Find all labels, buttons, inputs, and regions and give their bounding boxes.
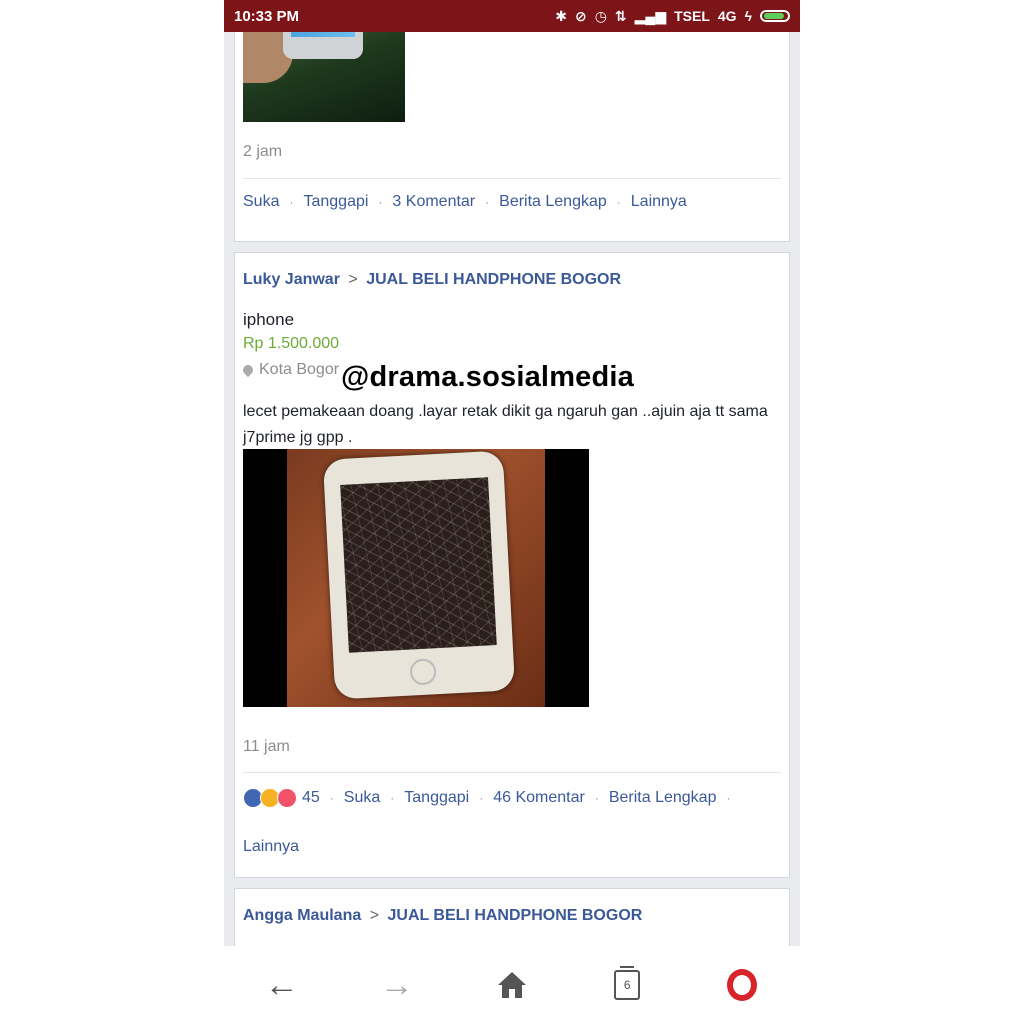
tabs-button[interactable]: 6 xyxy=(603,961,651,1009)
tab-count: 6 xyxy=(623,978,631,992)
post-header: Angga Maulana > JUAL BELI HANDPHONE BOGO… xyxy=(243,907,642,925)
item-price: Rp 1.500.000 xyxy=(243,335,340,352)
like-link[interactable]: Suka xyxy=(344,789,380,807)
status-time: 10:33 PM xyxy=(234,7,300,25)
post-time[interactable]: 11 jam xyxy=(243,738,290,756)
home-button-shape xyxy=(409,658,437,686)
home-icon xyxy=(497,972,526,998)
item-title: iphone xyxy=(243,310,295,329)
post-card: Luky Janwar > JUAL BELI HANDPHONE BOGOR … xyxy=(234,252,790,878)
dot-separator: · xyxy=(329,791,334,805)
post-actions: Suka · Tanggapi · 3 Komentar · Berita Le… xyxy=(243,193,781,211)
like-link[interactable]: Suka xyxy=(243,193,279,211)
dot-separator: · xyxy=(289,195,294,209)
phone-shape xyxy=(283,32,363,59)
post-image[interactable] xyxy=(243,449,589,707)
post-card: Angga Maulana > JUAL BELI HANDPHONE BOGO… xyxy=(234,888,790,946)
news-feed[interactable]: 2 jam Suka · Tanggapi · 3 Komentar · Ber… xyxy=(224,32,800,946)
battery-icon xyxy=(760,10,790,22)
signal-icon: ▂▄▆ xyxy=(634,8,667,24)
phone-screen: 10:33 PM ✱ ⊘ ◷ ⇅ ▂▄▆ TSEL 4G ϟ 2 jam Suk… xyxy=(224,0,800,1024)
watermark: @drama.sosialmedia xyxy=(339,361,637,394)
divider xyxy=(243,178,781,179)
post-time[interactable]: 2 jam xyxy=(243,143,282,161)
love-reaction-icon xyxy=(277,788,297,808)
header-separator: > xyxy=(348,271,358,288)
dot-separator: · xyxy=(485,195,490,209)
full-story-link[interactable]: Berita Lengkap xyxy=(499,193,607,211)
network-label: 4G xyxy=(717,8,737,24)
dot-separator: · xyxy=(390,791,395,805)
opera-menu-button[interactable] xyxy=(718,961,766,1009)
opera-logo-icon xyxy=(727,969,758,1001)
group-link[interactable]: JUAL BELI HANDPHONE BOGOR xyxy=(387,907,642,924)
header-separator: > xyxy=(369,907,380,924)
author-link[interactable]: Luky Janwar xyxy=(243,271,340,288)
post-card: 2 jam Suka · Tanggapi · 3 Komentar · Ber… xyxy=(234,32,790,242)
home-button[interactable] xyxy=(488,961,536,1009)
status-bar: 10:33 PM ✱ ⊘ ◷ ⇅ ▂▄▆ TSEL 4G ϟ xyxy=(224,0,800,32)
mute-icon: ⊘ xyxy=(574,8,587,24)
dot-separator: · xyxy=(616,195,621,209)
reply-link[interactable]: Tanggapi xyxy=(303,193,368,211)
cracked-phone-shape xyxy=(322,450,516,700)
alarm-icon: ◷ xyxy=(594,8,607,24)
post-header: Luky Janwar > JUAL BELI HANDPHONE BOGOR xyxy=(243,271,621,289)
status-icons: ✱ ⊘ ◷ ⇅ ▂▄▆ TSEL 4G ϟ xyxy=(555,8,790,24)
post-actions-row2: Lainnya xyxy=(243,838,781,856)
carrier-label: TSEL xyxy=(674,8,710,24)
browser-nav-bar: ← → 6 xyxy=(224,946,800,1024)
bluetooth-icon: ✱ xyxy=(555,8,567,24)
author-link[interactable]: Angga Maulana xyxy=(243,907,361,924)
location-pin-icon xyxy=(240,362,256,378)
back-button[interactable]: ← xyxy=(258,961,306,1009)
data-icon: ⇅ xyxy=(614,8,627,24)
reactions[interactable]: 45 xyxy=(243,788,320,808)
dot-separator: · xyxy=(479,791,484,805)
item-location: Kota Bogor xyxy=(240,361,340,379)
back-arrow-icon: ← xyxy=(264,966,299,1004)
charging-icon: ϟ xyxy=(744,8,752,24)
post-actions: 45 · Suka · Tanggapi · 46 Komentar · Ber… xyxy=(243,788,781,808)
tabs-icon: 6 xyxy=(614,966,641,1000)
divider xyxy=(243,772,781,773)
comments-link[interactable]: 46 Komentar xyxy=(493,789,585,807)
dot-separator: · xyxy=(726,791,731,805)
forward-arrow-icon: → xyxy=(379,966,414,1004)
reply-link[interactable]: Tanggapi xyxy=(404,789,469,807)
more-link[interactable]: Lainnya xyxy=(631,193,687,211)
dot-separator: · xyxy=(594,791,599,805)
forward-button[interactable]: → xyxy=(373,961,421,1009)
group-link[interactable]: JUAL BELI HANDPHONE BOGOR xyxy=(366,271,621,288)
comments-link[interactable]: 3 Komentar xyxy=(392,193,475,211)
reaction-count: 45 xyxy=(302,789,320,806)
cracked-screen-shape xyxy=(340,477,497,653)
post-description: lecet pemakeaan doang .layar retak dikit… xyxy=(243,403,768,446)
post-image[interactable] xyxy=(243,32,405,122)
full-story-link[interactable]: Berita Lengkap xyxy=(609,789,717,807)
location-label: Kota Bogor xyxy=(259,361,340,378)
more-link[interactable]: Lainnya xyxy=(243,838,299,856)
phone-screen-shape xyxy=(291,32,355,37)
dot-separator: · xyxy=(378,195,383,209)
